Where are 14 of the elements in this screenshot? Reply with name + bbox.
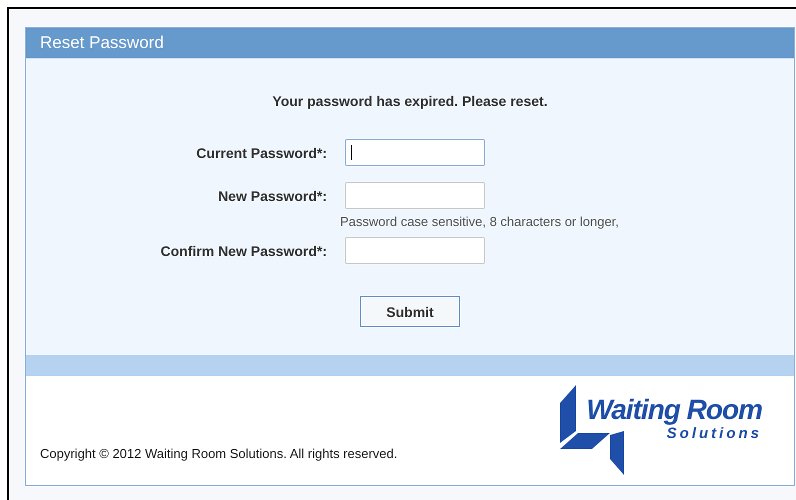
hint-text: Password case sensitive, 8 characters or longer,: [340, 214, 619, 229]
submit-button[interactable]: Submit: [360, 296, 460, 327]
logo-subtitle: Solutions: [666, 425, 762, 442]
password-field[interactable]: [345, 139, 485, 166]
field-label: Confirm New Password*:: [160, 242, 327, 258]
copyright-text: Copyright © 2012 Waiting Room Solutions. All rights reserved.: [40, 446, 398, 461]
expired-message: Your password has expired. Please reset.: [271, 93, 549, 109]
panel-title: Reset Password: [40, 33, 164, 53]
text-cursor: [351, 145, 352, 160]
logo-title: Waiting Room: [586, 395, 762, 425]
field-label: New Password*:: [217, 188, 327, 204]
password-field[interactable]: [345, 182, 485, 209]
field-label: Current Password*:: [195, 144, 327, 160]
password-field[interactable]: [345, 237, 485, 264]
